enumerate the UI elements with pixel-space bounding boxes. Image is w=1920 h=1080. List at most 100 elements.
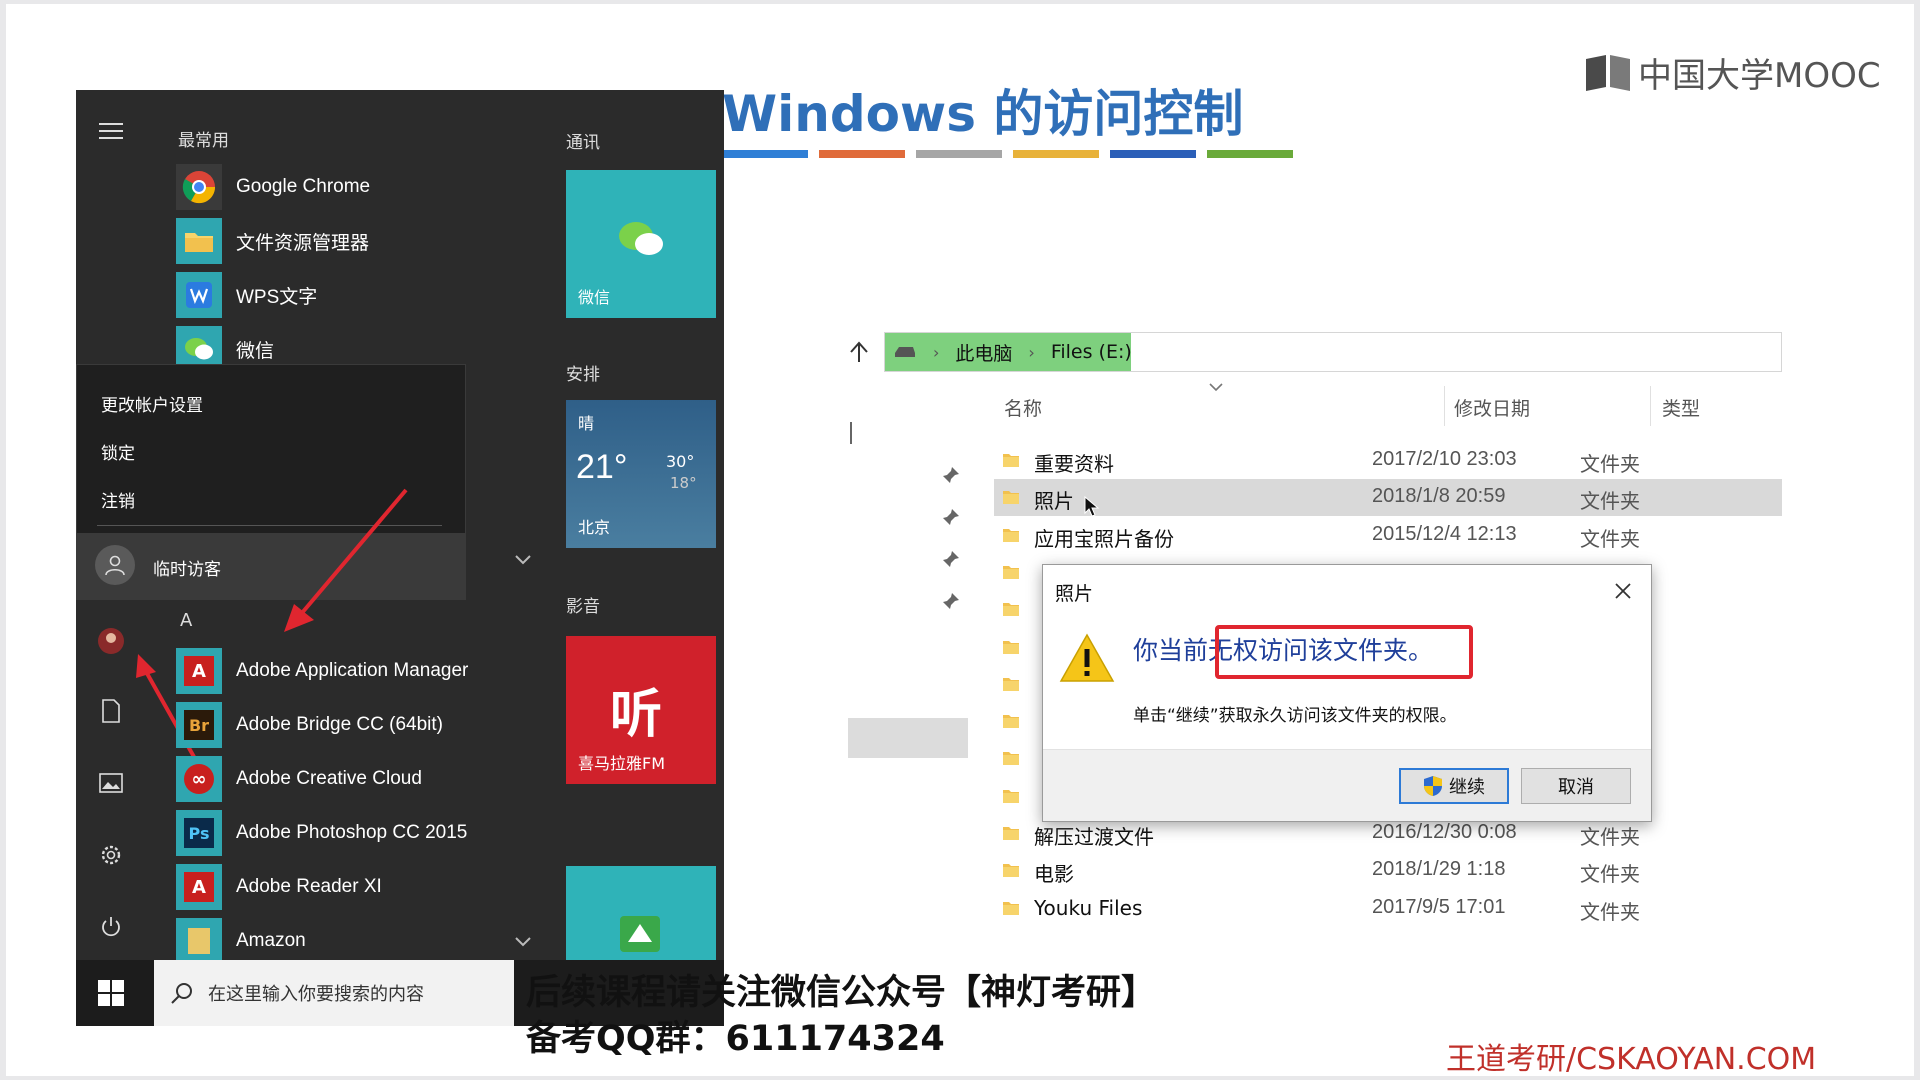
tile-app[interactable] — [566, 866, 716, 960]
photoshop-icon: Ps — [176, 810, 222, 856]
drive-icon — [895, 347, 915, 357]
folder-icon — [1003, 715, 1019, 729]
book-logo-icon — [1586, 54, 1630, 91]
cancel-button[interactable]: 取消 — [1521, 768, 1631, 804]
red-arrow-annotation-icon — [284, 488, 408, 632]
folder-icon — [1003, 603, 1019, 617]
sort-chevron-icon[interactable] — [1208, 382, 1224, 392]
group-communication-label: 通讯 — [566, 133, 600, 153]
folder-icon — [1003, 640, 1019, 654]
file-name: 解压过渡文件 — [1034, 825, 1154, 849]
change-account-settings[interactable]: 更改帐户设置 — [101, 391, 203, 416]
adobe-reader-icon: A — [176, 864, 222, 910]
app-label: Adobe Bridge CC (64bit) — [236, 714, 443, 735]
app-adobe-bridge[interactable]: Br Adobe Bridge CC (64bit) — [176, 700, 443, 750]
lock-item[interactable]: 锁定 — [101, 439, 135, 464]
nav-pane-scroll-area[interactable] — [848, 718, 968, 758]
app-google-chrome[interactable]: Google Chrome — [176, 162, 370, 212]
search-placeholder: 在这里输入你要搜索的内容 — [208, 984, 424, 1005]
close-icon[interactable] — [1605, 573, 1641, 609]
file-row[interactable]: Youku Files 2017/9/5 17:01 文件夹 — [994, 890, 1782, 927]
dialog-detail: 单击“继续”获取永久访问该文件夹的权限。 — [1133, 706, 1457, 726]
title-color-bar — [1110, 150, 1196, 158]
folder-icon — [1003, 901, 1019, 915]
file-date: 2015/12/4 12:13 — [1372, 522, 1517, 545]
app-amazon[interactable]: Amazon — [176, 916, 306, 960]
wps-icon — [176, 272, 222, 318]
tile-weather[interactable]: 晴 21° 30° 18° 北京 — [566, 400, 716, 548]
pin-icon[interactable] — [942, 550, 960, 568]
app-adobe-application-manager[interactable]: A Adobe Application Manager — [176, 646, 468, 696]
column-name[interactable]: 名称 — [1004, 394, 1042, 421]
column-divider[interactable] — [1444, 386, 1445, 426]
app-label: 微信 — [236, 340, 275, 362]
creative-cloud-icon: ∞ — [176, 756, 222, 802]
continue-button[interactable]: 继续 — [1399, 768, 1509, 804]
weather-low: 18° — [670, 474, 697, 492]
up-arrow-icon[interactable] — [848, 340, 870, 364]
breadcrumb-this-pc[interactable]: 此电脑 — [955, 339, 1012, 366]
folder-icon — [1003, 827, 1019, 840]
hamburger-menu-icon[interactable] — [94, 114, 128, 148]
logo-text: 中国大学MOOC — [1638, 56, 1881, 96]
group-schedule-label: 安排 — [566, 365, 600, 385]
weather-high: 30° — [666, 452, 695, 471]
settings-gear-icon[interactable] — [94, 838, 128, 872]
file-date: 2016/12/30 0:08 — [1372, 821, 1517, 843]
file-date: 2018/1/29 1:18 — [1372, 858, 1506, 881]
file-type: 文件夹 — [1580, 489, 1640, 514]
folder-icon — [1003, 752, 1019, 766]
tile-label: 喜马拉雅FM — [578, 754, 666, 773]
breadcrumb-files-e[interactable]: Files (E:) — [1051, 341, 1132, 363]
file-type: 文件夹 — [1580, 452, 1640, 476]
folder-icon — [1003, 789, 1019, 803]
app-adobe-creative-cloud[interactable]: ∞ Adobe Creative Cloud — [176, 754, 422, 804]
mouse-cursor-icon — [1084, 496, 1100, 517]
folder-icon — [176, 218, 222, 264]
file-date: 2017/9/5 17:01 — [1372, 895, 1506, 918]
adobe-app-manager-icon: A — [176, 648, 222, 694]
app-label: Google Chrome — [236, 176, 371, 197]
sign-out-item[interactable]: 注销 — [101, 487, 135, 512]
guest-user-name: 临时访客 — [153, 560, 221, 580]
app-label: Adobe Creative Cloud — [236, 768, 422, 789]
taskbar-search-box[interactable]: 在这里输入你要搜索的内容 — [154, 960, 514, 1026]
warning-icon — [1059, 633, 1115, 682]
app-file-explorer[interactable]: 文件资源管理器 — [176, 216, 369, 266]
folder-icon — [1003, 677, 1019, 691]
file-type: 文件夹 — [1580, 825, 1640, 849]
column-type[interactable]: 类型 — [1662, 394, 1700, 421]
letter-a-header[interactable]: A — [180, 610, 192, 631]
app-wps[interactable]: WPS文字 — [176, 270, 317, 320]
title-color-bar — [1207, 150, 1293, 158]
slide-title: Windows 的访问控制 — [722, 85, 1244, 143]
app-adobe-photoshop[interactable]: Ps Adobe Photoshop CC 2015 — [176, 808, 467, 858]
app-adobe-reader[interactable]: A Adobe Reader XI — [176, 862, 382, 912]
continue-label: 继续 — [1449, 777, 1485, 798]
column-date[interactable]: 修改日期 — [1454, 394, 1530, 421]
file-type: 文件夹 — [1580, 526, 1640, 551]
app-label: Adobe Reader XI — [236, 876, 382, 897]
windows-start-icon[interactable] — [98, 980, 124, 1006]
chevron-down-icon[interactable] — [514, 554, 532, 566]
pin-icon[interactable] — [942, 592, 960, 610]
chevron-down-icon[interactable] — [514, 936, 532, 948]
pin-icon[interactable] — [942, 466, 960, 484]
file-row[interactable]: 照片 2018/1/8 20:59 文件夹 — [994, 479, 1782, 517]
file-type: 文件夹 — [1580, 862, 1640, 887]
tile-wechat[interactable]: 微信 — [566, 170, 716, 318]
guest-avatar-icon — [95, 545, 135, 585]
file-type: 文件夹 — [1580, 899, 1640, 924]
ximalaya-logo-icon: 听 — [610, 685, 663, 745]
file-row[interactable]: 电影 2018/1/29 1:18 文件夹 — [994, 852, 1782, 889]
subtitle-line-1: 后续课程请关注微信公众号【神灯考研】 — [526, 973, 1157, 1013]
file-name: Youku Files — [1034, 895, 1143, 920]
pin-icon[interactable] — [942, 508, 960, 526]
tile-ximalaya[interactable]: 听 喜马拉雅FM — [566, 636, 716, 784]
column-divider[interactable] — [1650, 386, 1651, 426]
app-label: Adobe Application Manager — [236, 660, 469, 681]
file-row[interactable]: 应用宝照片备份 2015/12/4 12:13 文件夹 — [994, 517, 1782, 554]
address-bar[interactable]: › 此电脑 › Files (E:) — [884, 332, 1782, 372]
file-row[interactable]: 重要资料 2017/2/10 23:03 文件夹 — [994, 442, 1782, 479]
power-icon[interactable] — [94, 910, 128, 944]
